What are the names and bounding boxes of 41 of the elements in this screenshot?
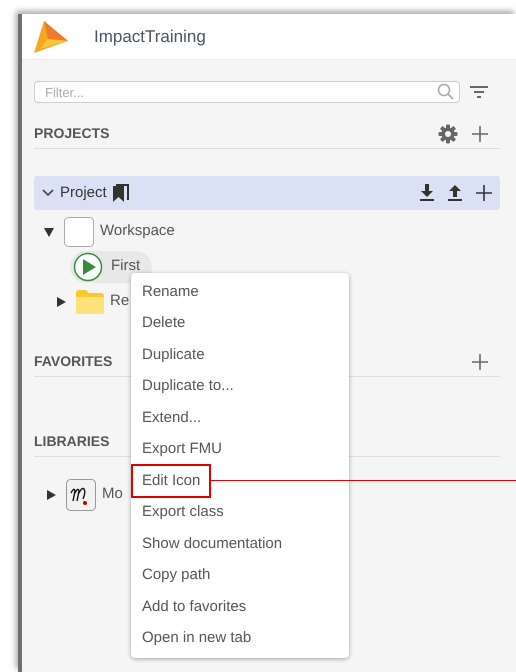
search-icon: [437, 83, 454, 100]
play-icon: [73, 252, 103, 282]
menu-item[interactable]: Export FMU: [131, 432, 234, 466]
project-row[interactable]: Project: [34, 176, 500, 210]
menu-item[interactable]: Duplicate: [131, 338, 216, 372]
section-title: PROJECTS: [34, 124, 110, 143]
menu-item[interactable]: Open in new tab: [131, 621, 262, 656]
app-title: ImpactTraining: [94, 26, 206, 48]
menu-item[interactable]: Show documentation: [131, 526, 294, 561]
menu-item[interactable]: Extend...: [131, 400, 212, 435]
bookmark-icon[interactable]: [112, 184, 129, 202]
workspace-icon: [64, 216, 94, 246]
tree-item-label[interactable]: Workspace: [100, 220, 175, 243]
menu-item[interactable]: Export class: [131, 495, 235, 530]
tree-item-label[interactable]: Re: [110, 290, 130, 313]
add-icon[interactable]: [476, 185, 492, 201]
add-icon[interactable]: [472, 354, 488, 370]
chevron-icon[interactable]: [42, 189, 54, 197]
tree-item-label: First: [111, 256, 140, 276]
upload-icon[interactable]: [448, 184, 462, 202]
filter-icon[interactable]: [470, 86, 488, 98]
menu-item[interactable]: Duplicate to...: [131, 369, 245, 404]
logo-icon: [34, 20, 68, 52]
menu-item[interactable]: Add to favorites: [131, 590, 258, 624]
folder-icon: [76, 290, 104, 314]
tree-item[interactable]: First: [70, 250, 152, 282]
filter-field[interactable]: Filter...: [34, 81, 460, 103]
settings-icon[interactable]: [438, 124, 458, 144]
menu-item[interactable]: Edit Icon: [131, 464, 212, 498]
menu-item[interactable]: Delete: [131, 306, 196, 340]
collapse-triangle-icon[interactable]: [44, 226, 54, 236]
section-title: FAVORITES: [34, 352, 112, 371]
library-icon: [66, 478, 96, 510]
project-name: Project: [60, 182, 107, 203]
expand-triangle-icon[interactable]: [56, 296, 66, 306]
expand-triangle-icon[interactable]: [46, 490, 56, 500]
section-title: LIBRARIES: [34, 432, 110, 451]
tree-item-label[interactable]: Mo: [102, 483, 123, 506]
add-icon[interactable]: [472, 126, 488, 142]
download-icon[interactable]: [420, 184, 434, 202]
menu-item[interactable]: Copy path: [131, 558, 222, 592]
